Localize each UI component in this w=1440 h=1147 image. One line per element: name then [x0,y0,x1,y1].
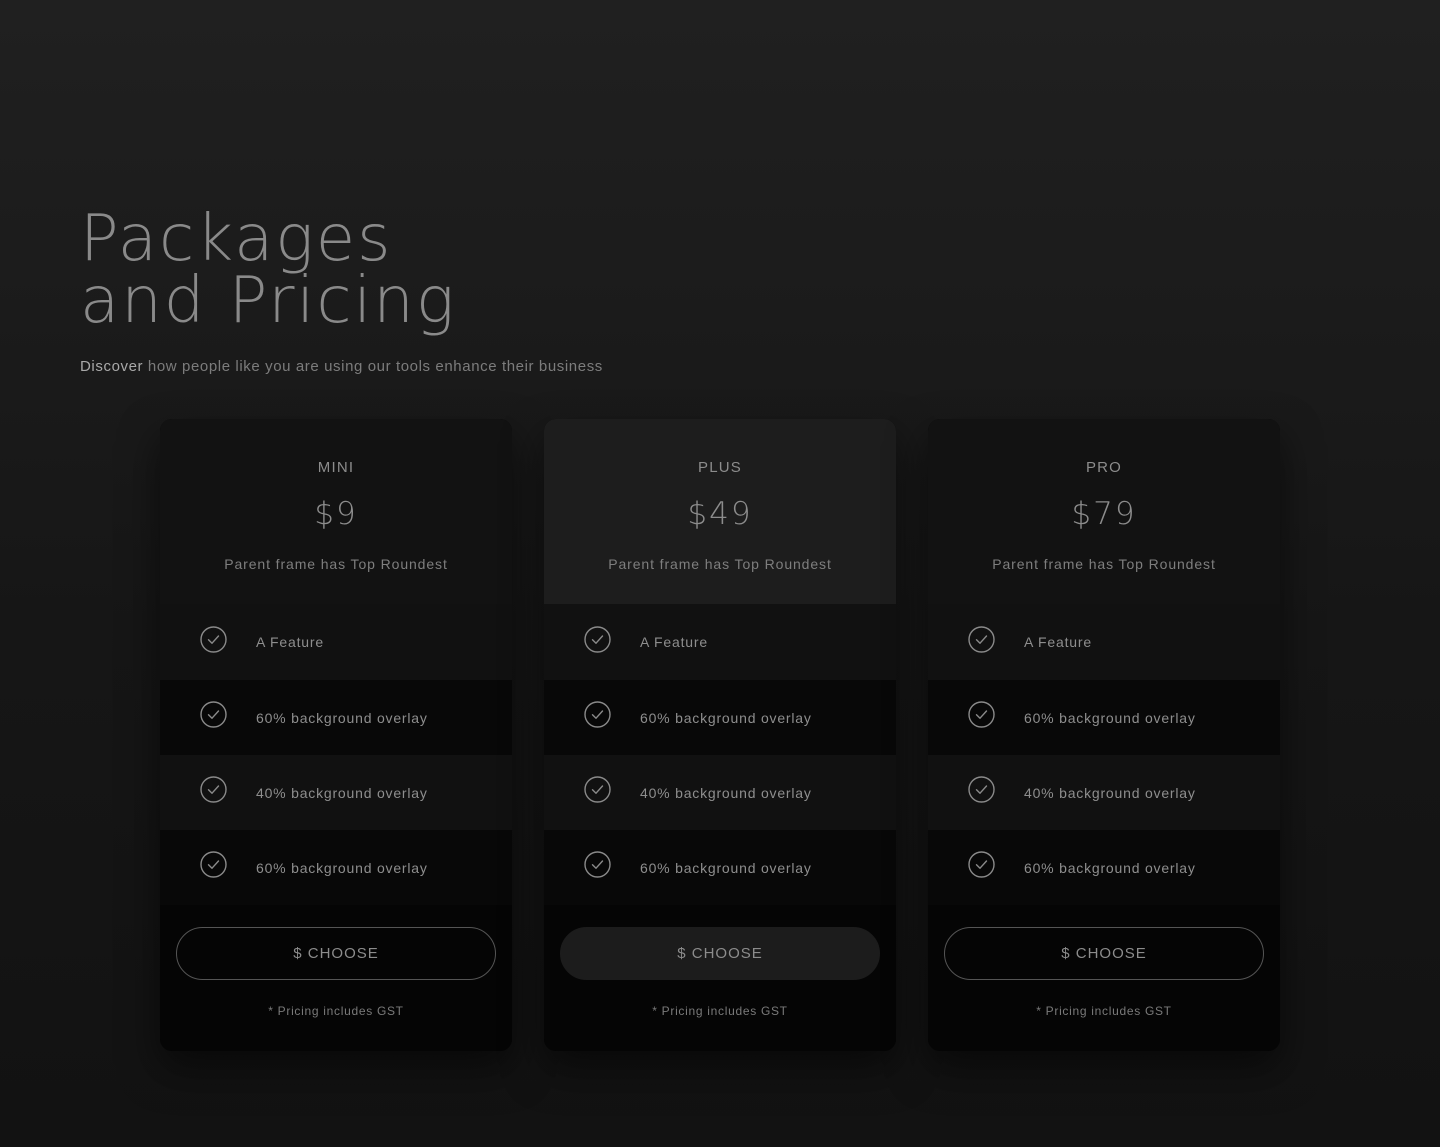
feature-list: A Feature 60% background overlay 40% bac… [544,604,896,905]
feature-row: 60% background overlay [928,830,1280,905]
check-circle-icon [968,701,995,728]
plan-price: $9 [314,496,358,532]
plan-price: $49 [687,496,753,532]
feature-label: A Feature [256,634,324,650]
page-subtitle: Discover how people like you are using o… [80,358,603,375]
page-subtitle-strong: Discover [80,358,144,375]
page-subtitle-rest: how people like you are using our tools … [143,358,603,375]
plan-description: Parent frame has Top Roundest [992,556,1216,572]
feature-label: 60% background overlay [1024,859,1196,876]
feature-row: 60% background overlay [160,680,512,755]
page-title-line-1: Packages [80,202,393,276]
feature-label: 60% background overlay [1024,709,1196,726]
page-title: Packages and Pricing [80,202,603,338]
page-title-line-2: and Pricing [80,264,457,338]
feature-label: 40% background overlay [1024,784,1196,801]
feature-row: 60% background overlay [160,830,512,905]
pricing-card-mini: MINI $9 Parent frame has Top Roundest A … [160,419,512,1051]
check-circle-icon [584,851,611,878]
check-circle-icon [584,701,611,728]
check-circle-icon [200,851,227,878]
feature-row: A Feature [160,604,512,680]
feature-label: 60% background overlay [640,859,812,876]
feature-list: A Feature 60% background overlay 40% bac… [928,604,1280,905]
card-footer: $ CHOOSE * Pricing includes GST [544,905,896,1051]
check-circle-icon [968,625,995,653]
pricing-note: * Pricing includes GST [652,1004,788,1018]
feature-row: 60% background overlay [544,830,896,905]
feature-row: 40% background overlay [160,755,512,830]
card-footer: $ CHOOSE * Pricing includes GST [928,905,1280,1051]
check-circle-icon [968,851,995,878]
feature-label: 40% background overlay [256,784,428,801]
feature-row: A Feature [928,604,1280,680]
plan-description: Parent frame has Top Roundest [224,556,448,572]
feature-label: 60% background overlay [256,709,428,726]
card-header: PLUS $49 Parent frame has Top Roundest [544,419,896,604]
pricing-note: * Pricing includes GST [1036,1004,1172,1018]
check-circle-icon [200,625,227,653]
feature-label: 60% background overlay [640,709,812,726]
card-footer: $ CHOOSE * Pricing includes GST [160,905,512,1051]
feature-label: 60% background overlay [256,859,428,876]
card-header: PRO $79 Parent frame has Top Roundest [928,419,1280,604]
feature-list: A Feature 60% background overlay 40% bac… [160,604,512,905]
pricing-card-pro: PRO $79 Parent frame has Top Roundest A … [928,419,1280,1051]
check-circle-icon [584,776,611,803]
plan-price: $79 [1071,496,1137,532]
pricing-cards: MINI $9 Parent frame has Top Roundest A … [160,419,1280,1051]
feature-row: 60% background overlay [544,680,896,755]
feature-row: 60% background overlay [928,680,1280,755]
hero-section: Packages and Pricing Discover how people… [80,202,603,375]
check-circle-icon [200,701,227,728]
pricing-note: * Pricing includes GST [268,1004,404,1018]
choose-mini-button[interactable]: $ CHOOSE [176,927,496,980]
plan-name: MINI [317,459,355,476]
plan-name: PLUS [698,459,742,476]
check-circle-icon [584,625,611,653]
feature-label: A Feature [1024,634,1092,650]
check-circle-icon [200,776,227,803]
card-header: MINI $9 Parent frame has Top Roundest [160,419,512,604]
plan-description: Parent frame has Top Roundest [608,556,832,572]
plan-name: PRO [1085,459,1123,476]
feature-row: 40% background overlay [928,755,1280,830]
feature-row: A Feature [544,604,896,680]
feature-label: A Feature [640,634,708,650]
choose-plus-button[interactable]: $ CHOOSE [560,927,880,980]
check-circle-icon [968,776,995,803]
pricing-card-plus: PLUS $49 Parent frame has Top Roundest A… [544,419,896,1051]
feature-row: 40% background overlay [544,755,896,830]
feature-label: 40% background overlay [640,784,812,801]
choose-pro-button[interactable]: $ CHOOSE [944,927,1264,980]
